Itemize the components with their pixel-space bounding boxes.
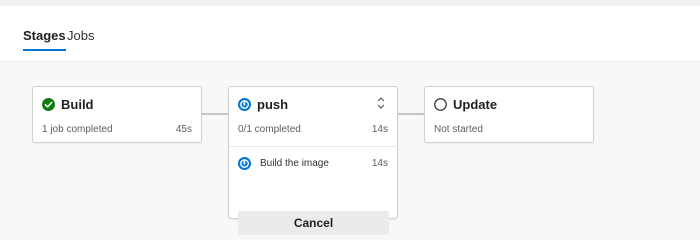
divider (229, 146, 397, 147)
stage-name: Update (453, 97, 498, 112)
stage-summary: Not started (434, 124, 483, 135)
stage-header: Build (42, 97, 94, 112)
tab-jobs[interactable]: Jobs (67, 28, 94, 50)
stage-connector (202, 113, 228, 115)
job-row[interactable]: Build the image 14s (238, 153, 388, 173)
empty-circle-icon (434, 98, 447, 111)
stage-summary: 1 job completed (42, 124, 113, 135)
stage-build[interactable]: Build 1 job completed 45s (32, 86, 202, 143)
job-name: Build the image (260, 157, 329, 169)
stage-summary: 0/1 completed (238, 124, 301, 135)
stage-name: push (257, 97, 289, 112)
job-duration: 14s (371, 157, 388, 169)
tab-stages[interactable]: Stages (23, 28, 66, 51)
stage-push[interactable]: push 0/1 completed 14s Build the image 1… (228, 86, 398, 235)
stage-header: Update (434, 97, 497, 112)
running-icon (238, 98, 251, 111)
view-tabs: Stages Jobs (0, 6, 700, 62)
stage-duration: 45s (175, 124, 192, 135)
running-icon (238, 156, 251, 170)
stage-duration: 14s (371, 124, 388, 135)
stage-name: Build (61, 97, 94, 112)
expand-collapse-icon[interactable] (375, 96, 387, 110)
check-circle-icon (42, 98, 55, 111)
cancel-button[interactable]: Cancel (238, 211, 389, 235)
stage-connector (398, 113, 424, 115)
stage-update[interactable]: Update Not started (424, 86, 594, 143)
pipeline-canvas: Build 1 job completed 45s push 0/1 compl… (0, 62, 700, 240)
stage-header: push (238, 97, 288, 112)
